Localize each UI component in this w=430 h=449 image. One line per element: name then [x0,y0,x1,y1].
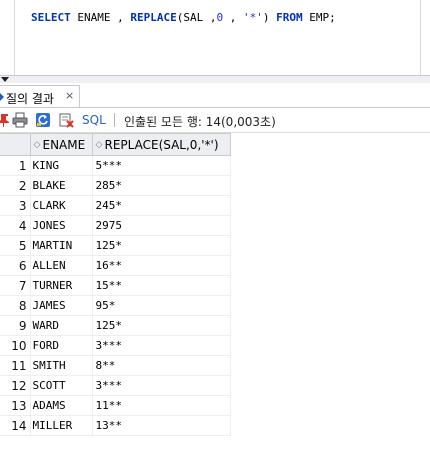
editor-margin-line [420,0,421,75]
table-row[interactable]: 4 JONES 2975 [0,215,231,236]
table-row[interactable]: 1 KING 5*** [0,155,231,176]
ename-cell[interactable]: CLARK [29,195,92,216]
collapse-arrow-icon[interactable] [1,77,9,82]
sort-icon[interactable]: ◇ [34,141,41,150]
ename-cell[interactable]: JONES [29,215,92,236]
row-number-cell[interactable]: 14 [0,415,30,436]
editor-gutter-divider [14,0,15,75]
sql-statement-line[interactable]: SELECT ENAME , REPLACE(SAL ,0 , '*') FRO… [31,11,336,24]
row-number-cell[interactable]: 11 [0,355,30,376]
ename-cell[interactable]: FORD [29,335,92,356]
column-header-replace[interactable]: ◇ REPLACE(SAL,0,'*') [91,133,231,156]
replace-cell[interactable]: 3*** [91,375,231,396]
ename-cell[interactable]: MARTIN [29,235,92,256]
row-number-cell[interactable]: 2 [0,175,30,196]
print-icon[interactable] [12,112,28,128]
replace-cell[interactable]: 125* [91,315,231,336]
replace-cell[interactable]: 125* [91,235,231,256]
sql-token: ENAME , [70,11,131,24]
tab-query-result[interactable]: 질의 결과 × [0,85,80,107]
ename-cell[interactable]: ADAMS [29,395,92,416]
row-number-cell[interactable]: 13 [0,395,30,416]
grid-header-row: ◇ ENAME ◇ REPLACE(SAL,0,'*') [0,133,231,156]
replace-cell[interactable]: 245* [91,195,231,216]
active-tab-marker-icon [0,93,4,101]
table-row[interactable]: 13 ADAMS 11** [0,395,231,416]
table-row[interactable]: 2 BLAKE 285* [0,175,231,196]
pane-splitter[interactable] [0,75,430,83]
sql-token: , [223,11,243,24]
ename-cell[interactable]: KING [29,155,92,176]
row-number-header [0,133,31,156]
sql-token: '*' [242,11,263,24]
results-tab-bar: 질의 결과 × [0,83,430,108]
fetch-status-text: 인출된 모든 행: 14(0,003초) [124,115,276,129]
ename-cell[interactable]: WARD [29,315,92,336]
column-header-ename[interactable]: ◇ ENAME [29,133,93,156]
row-number-cell[interactable]: 9 [0,315,30,336]
sql-editor[interactable]: SELECT ENAME , REPLACE(SAL ,0 , '*') FRO… [0,0,430,75]
replace-cell[interactable]: 11** [91,395,231,416]
sql-link[interactable]: SQL [82,113,106,127]
pin-icon[interactable] [0,112,10,128]
replace-cell[interactable]: 15** [91,275,231,296]
replace-cell[interactable]: 3*** [91,335,231,356]
table-row[interactable]: 5 MARTIN 125* [0,235,231,256]
replace-cell[interactable]: 2975 [91,215,231,236]
ename-cell[interactable]: BLAKE [29,175,92,196]
ename-cell[interactable]: JAMES [29,295,92,316]
sql-token: FROM [276,11,303,24]
toolbar-separator [114,113,115,127]
table-row[interactable]: 6 ALLEN 16** [0,255,231,276]
ename-cell[interactable]: TURNER [29,275,92,296]
row-number-cell[interactable]: 6 [0,255,30,276]
sort-icon[interactable]: ◇ [96,141,103,150]
sql-token: REPLACE [130,11,177,24]
replace-cell[interactable]: 13** [91,415,231,436]
sql-token: (SAL , [176,11,217,24]
tab-label: 질의 결과 [6,92,54,106]
results-toolbar: SQL 인출된 모든 행: 14(0,003초) [0,108,430,133]
export-icon[interactable] [58,112,74,128]
sql-token: ) [262,11,277,24]
ename-cell[interactable]: SMITH [29,355,92,376]
sql-token: EMP; [302,11,336,24]
ename-cell[interactable]: MILLER [29,415,92,436]
row-number-cell[interactable]: 12 [0,375,30,396]
results-grid: ◇ ENAME ◇ REPLACE(SAL,0,'*') 1 KING 5*** 2 BLA… [0,133,231,436]
ename-cell[interactable]: SCOTT [29,375,92,396]
replace-cell[interactable]: 285* [91,175,231,196]
table-row[interactable]: 11 SMITH 8** [0,355,231,376]
table-row[interactable]: 9 WARD 125* [0,315,231,336]
row-number-cell[interactable]: 5 [0,235,30,256]
close-tab-icon[interactable]: × [65,89,74,102]
table-row[interactable]: 3 CLARK 245* [0,195,231,216]
replace-cell[interactable]: 5*** [91,155,231,176]
row-number-cell[interactable]: 8 [0,295,30,316]
replace-cell[interactable]: 95* [91,295,231,316]
row-number-cell[interactable]: 1 [0,155,30,176]
table-row[interactable]: 8 JAMES 95* [0,295,231,316]
row-number-cell[interactable]: 3 [0,195,30,216]
refresh-icon[interactable] [35,112,51,128]
replace-cell[interactable]: 8** [91,355,231,376]
table-row[interactable]: 10 FORD 3*** [0,335,231,356]
sql-token: SELECT [31,11,71,24]
row-number-cell[interactable]: 7 [0,275,30,296]
table-row[interactable]: 12 SCOTT 3*** [0,375,231,396]
replace-cell[interactable]: 16** [91,255,231,276]
table-row[interactable]: 7 TURNER 15** [0,275,231,296]
row-number-cell[interactable]: 4 [0,215,30,236]
ename-cell[interactable]: ALLEN [29,255,92,276]
row-number-cell[interactable]: 10 [0,335,30,356]
table-row[interactable]: 14 MILLER 13** [0,415,231,436]
